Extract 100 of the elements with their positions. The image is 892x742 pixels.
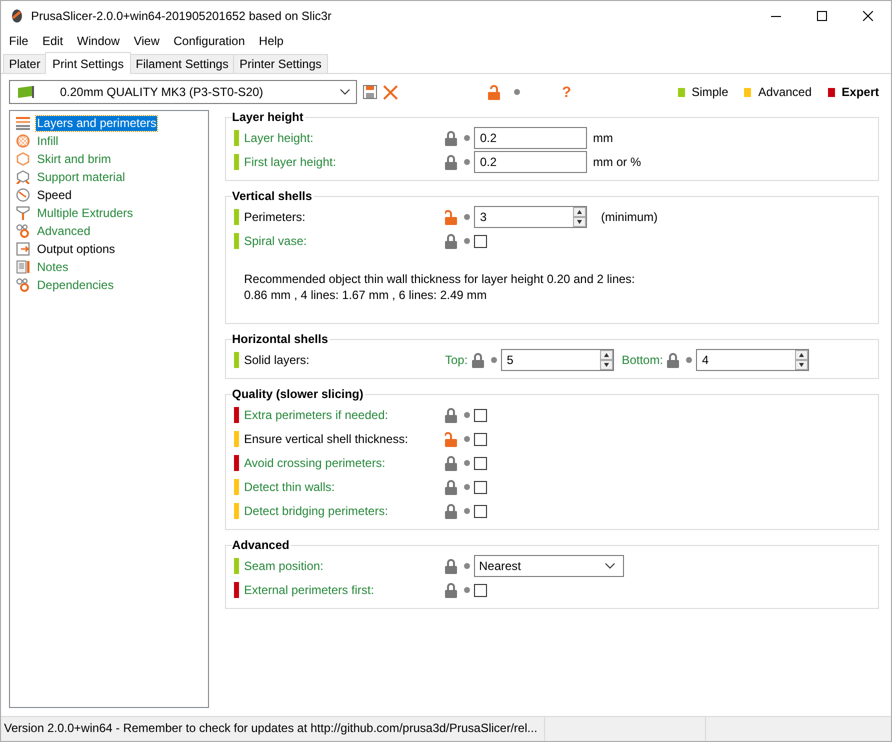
unit-label: (minimum) [601, 210, 658, 224]
sidebar-item[interactable]: Advanced [36, 224, 92, 238]
tab[interactable]: Filament Settings [130, 54, 234, 73]
save-icon[interactable] [363, 85, 377, 99]
sidebar-item[interactable]: Support material [36, 170, 126, 184]
tab[interactable]: Printer Settings [233, 54, 328, 73]
sidebar-item[interactable]: Skirt and brim [36, 152, 112, 166]
lock-icon[interactable] [488, 84, 500, 100]
sidebar-item[interactable]: Output options [36, 242, 116, 256]
select-dropdown[interactable]: Nearest [474, 555, 624, 577]
setting-label: First layer height: [244, 155, 336, 169]
hexagon-icon [16, 152, 30, 166]
checkbox[interactable] [474, 408, 487, 422]
menu-item[interactable]: Window [70, 34, 127, 48]
mode-option[interactable]: Advanced [758, 85, 812, 99]
caret-icon [605, 563, 615, 569]
menu-item[interactable]: File [2, 34, 36, 48]
section-title: Quality (slower slicing) [232, 387, 364, 401]
status-dot-icon [464, 135, 470, 141]
setting-label: Solid layers: [244, 353, 310, 367]
tab[interactable]: Print Settings [45, 52, 131, 74]
input-field[interactable]: 0.2 [474, 127, 587, 149]
menu-item[interactable]: Configuration [166, 34, 252, 48]
lock-icon[interactable] [445, 432, 457, 446]
setting-label: Perimeters: [244, 210, 306, 224]
menu-item[interactable]: Help [252, 34, 291, 48]
sidebar-item[interactable]: Speed [36, 188, 73, 202]
status-dot-icon [490, 357, 497, 363]
status-dot-icon [464, 238, 470, 244]
status-dot-icon [464, 436, 470, 442]
flag-icon [18, 86, 34, 98]
setting-label: Bottom: [622, 353, 664, 367]
setting-label: Detect thin walls: [244, 480, 335, 494]
info-text: Recommended object thin wall thickness for layer height 0.20 and 2 lines: 0.86 mm , 4 lines: 1.67 mm , 6 lines: 2.49 mm [243, 271, 636, 304]
lock-icon[interactable] [445, 582, 457, 598]
status-dot-icon [464, 484, 470, 490]
status-text: Version 2.0.0+win64 - Remember to check for updates at http://github.com/prusa3d/PrusaSlicer/rel... [1, 717, 545, 741]
status-dot-icon [464, 460, 470, 466]
spin-arrows-icon[interactable] [573, 207, 586, 227]
unit-label: mm or % [593, 155, 641, 169]
menu-item[interactable]: Edit [35, 34, 70, 48]
menu-item[interactable]: View [126, 34, 167, 48]
lock-icon[interactable] [667, 352, 680, 368]
unit-label: mm [593, 131, 613, 145]
preset-dropdown[interactable]: 0.20mm QUALITY MK3 (P3-ST0-S20) [9, 80, 357, 104]
lock-icon[interactable] [472, 352, 484, 368]
status-dot-icon [464, 563, 470, 569]
lock-icon[interactable] [445, 210, 457, 224]
section-title: Advanced [232, 538, 290, 552]
spin-arrows-icon[interactable] [795, 350, 808, 370]
delete-icon[interactable] [383, 84, 398, 100]
setting-label: External perimeters first: [244, 583, 374, 597]
lock-icon[interactable] [445, 558, 457, 574]
lock-icon[interactable] [445, 130, 457, 146]
input-field[interactable]: 0.2 [474, 151, 587, 173]
lock-icon[interactable] [445, 480, 457, 494]
funnel-icon [16, 206, 30, 220]
status-dot-icon [686, 357, 692, 363]
setting-label: Avoid crossing perimeters: [244, 456, 386, 470]
spin-field[interactable]: 3 [474, 206, 587, 228]
setting-label: Seam position: [244, 559, 324, 573]
sidebar-item[interactable]: Infill [36, 134, 60, 148]
status-dot-icon [464, 587, 470, 593]
checkbox[interactable] [474, 504, 487, 518]
status-dot-icon [464, 508, 470, 514]
spin-arrows-icon[interactable] [600, 350, 613, 370]
sidebar-item[interactable]: Layers and perimeters [36, 116, 158, 130]
tab[interactable]: Plater [3, 54, 46, 73]
spin-field[interactable]: 4 [696, 349, 810, 371]
sidebar-item[interactable]: Dependencies [36, 278, 115, 292]
maximize-icon [817, 11, 827, 21]
mode-option[interactable]: Simple [692, 85, 728, 99]
sidebar-item[interactable]: Notes [36, 260, 70, 274]
window-title: PrusaSlicer-2.0.0+win64-201905201652 based on Slic3r [31, 9, 333, 23]
app-icon [11, 9, 23, 23]
setting-label: Ensure vertical shell thickness: [244, 432, 408, 446]
setting-label: Layer height: [244, 131, 314, 145]
export-icon [16, 242, 30, 256]
lock-icon[interactable] [445, 504, 457, 518]
spin-field[interactable]: 5 [500, 349, 614, 371]
section-title: Layer height [232, 110, 304, 124]
checkbox[interactable] [474, 480, 487, 494]
checkbox[interactable] [474, 432, 487, 446]
caret-icon [340, 89, 350, 95]
clock-icon [16, 188, 30, 202]
mode-option[interactable]: Expert [842, 85, 879, 99]
checkbox[interactable] [474, 234, 487, 248]
sidebar-item[interactable]: Multiple Extruders [36, 206, 134, 220]
lock-icon[interactable] [445, 408, 457, 422]
hatched-circle-icon [16, 134, 30, 148]
checkbox[interactable] [474, 456, 487, 470]
checkbox[interactable] [474, 584, 487, 596]
setting-label: Extra perimeters if needed: [244, 408, 388, 422]
lock-icon[interactable] [445, 456, 457, 470]
document-icon [16, 260, 30, 274]
lock-icon[interactable] [445, 234, 457, 248]
status-dot-icon [464, 214, 470, 220]
lock-icon[interactable] [445, 154, 457, 170]
layers-icon [16, 116, 30, 130]
setting-label: Detect bridging perimeters: [244, 504, 388, 518]
